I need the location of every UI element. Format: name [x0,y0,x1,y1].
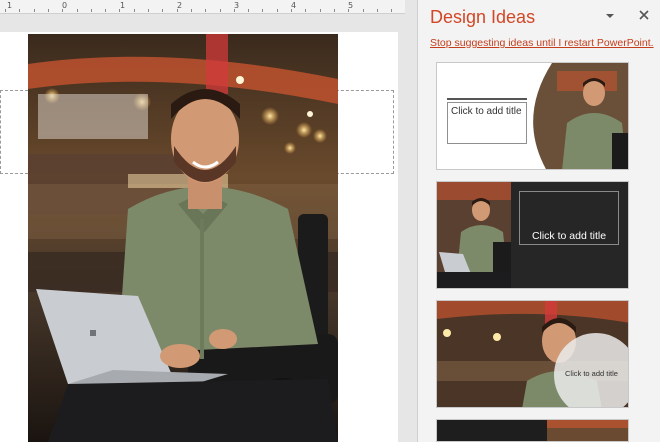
design-ideas-pane: Design Ideas Stop suggesting ideas until… [417,0,660,442]
ruler-tick [320,9,321,12]
ruler-tick [277,9,278,12]
ruler-tick [220,9,221,12]
slide-photo[interactable] [28,34,338,442]
ruler-tick [148,9,149,12]
ruler-number: 1 [120,1,126,10]
title-underline [447,98,527,100]
ruler-tick [91,9,92,12]
ruler-tick [363,9,364,12]
ruler-tick [348,9,349,12]
ruler-tick [105,9,106,12]
design-idea-thumbnail-1[interactable]: Click to add title [436,62,629,170]
person-photo-image [28,34,338,442]
ruler-tick [291,9,292,12]
ruler-tick [248,9,249,12]
ruler-tick [134,9,135,12]
ruler-tick [62,9,63,12]
stop-suggesting-link[interactable]: Stop suggesting ideas until I restart Po… [430,37,654,49]
ruler-tick [162,9,163,12]
ruler-tick [377,9,378,12]
chevron-down-icon[interactable] [604,11,616,21]
ruler-tick [34,9,35,12]
design-thumbnail-image [547,420,628,441]
horizontal-ruler: 1 0 1 2 3 4 5 [0,0,405,14]
ruler-number: 1 [7,1,13,10]
ruler-tick [119,9,120,12]
thumbnail-title-placeholder: Click to add title [519,191,619,245]
ruler-tick [205,9,206,12]
ruler-tick [5,9,6,12]
ruler-tick [262,9,263,12]
ruler-tick [334,9,335,12]
ruler-tick [234,9,235,12]
ruler-tick [19,9,20,12]
thumbnail-title-placeholder: Click to add title [447,102,527,144]
ruler-tick [305,9,306,12]
ruler-tick [48,9,49,12]
pane-title: Design Ideas [430,7,536,27]
ruler-tick [177,9,178,12]
design-idea-thumbnail-2[interactable]: Click to add title [436,181,629,289]
close-icon[interactable] [637,8,651,22]
ruler-tick [77,9,78,12]
ruler-tick [391,9,392,12]
thumbnail-title-placeholder: Click to add title [565,369,618,378]
design-idea-thumbnail-4[interactable] [436,419,629,442]
ruler-tick [191,9,192,12]
design-idea-thumbnail-3[interactable]: Click to add title [436,300,629,408]
slide-editor: 1 0 1 2 3 4 5 [0,0,405,442]
